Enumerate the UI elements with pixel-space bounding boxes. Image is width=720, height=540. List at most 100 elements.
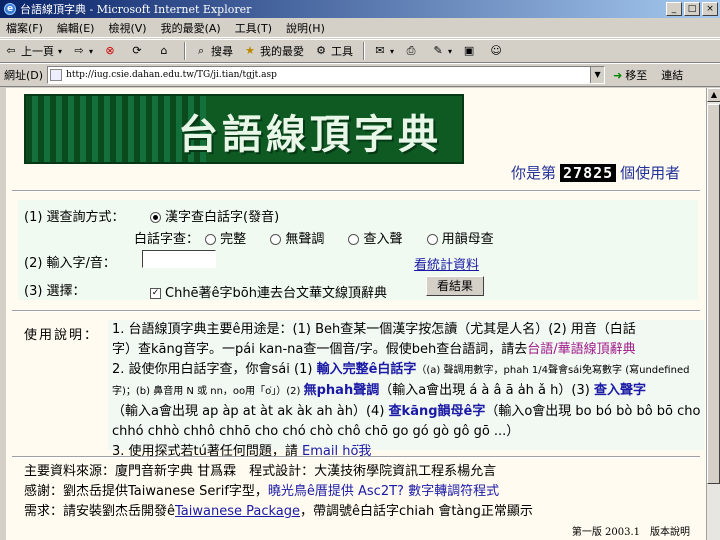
messenger-button[interactable]: ☺ (489, 44, 506, 58)
divider (12, 456, 700, 458)
go-arrow-icon: ➜ (613, 68, 623, 82)
print-icon: ⎙ (406, 44, 416, 57)
stats-link[interactable]: 看統計資料 (414, 258, 479, 273)
q1-label: (1) 選查詢方式： (24, 210, 125, 225)
taiwanese-package-link[interactable]: Taiwanese Package (175, 504, 300, 519)
vertical-scrollbar[interactable]: ▲ (706, 88, 720, 540)
radio-complete[interactable] (205, 234, 217, 245)
radio-entering-tone[interactable] (348, 234, 360, 245)
refresh-button[interactable]: ⟳ (130, 44, 147, 58)
q2-row: (2) 輸入字/音： (24, 252, 116, 271)
mode-rhyme-link[interactable]: 查kāng韻母ê字 (389, 404, 486, 419)
stop-button[interactable]: ⊗ (103, 44, 120, 58)
back-dropdown-icon[interactable]: ▾ (58, 47, 62, 56)
q1-sub-label: 白話字查： (134, 232, 200, 247)
home-button[interactable]: ⌂ (157, 44, 174, 58)
usage-line: （輸入a會出現 ap àp at àt ak àk ah àh）(4) 查kān… (112, 402, 704, 422)
usage-line: chhó chhò chhô chhō cho chó chò chô chō … (112, 424, 520, 439)
footer-text: ，帶調號ê白話字chiah 會tàng正常顯示 (300, 504, 533, 519)
window-title: 台語線頂字典 - Microsoft Internet Explorer (20, 3, 252, 16)
site-banner: 台語線頂字典 (24, 94, 464, 164)
links-button[interactable]: 連結 (661, 67, 683, 83)
discuss-button[interactable]: ▣ (462, 44, 479, 58)
favorites-label: 我的最愛 (260, 45, 305, 58)
dictionary-link[interactable]: 台語/華語線頂辭典 (527, 342, 635, 357)
counter-suffix: 個使用者 (620, 164, 681, 182)
scroll-thumb[interactable] (707, 104, 720, 484)
footer-requirements: 需求：請安裝劉杰岳開發êTaiwanese Package，帶調號ê白話字chi… (24, 502, 706, 522)
mail-dropdown-icon[interactable]: ▾ (390, 47, 394, 56)
forward-dropdown-icon[interactable]: ▾ (89, 47, 93, 56)
edition-note[interactable]: 第一版 2003.1 版本說明 (572, 523, 690, 538)
menu-tools[interactable]: 工具(T) (235, 20, 272, 36)
radio-no-tone-label: 無聲調 (285, 232, 325, 247)
q1-row: (1) 選查詢方式： (24, 206, 125, 225)
footer-credits: 主要資料來源：廈門音新字典 甘爲霖 程式設計：大漢技術學院資訊工程系楊允言 (24, 464, 497, 479)
asc2t-link[interactable]: 曉光鳥ê厝提供 Asc2T? 數字轉調符程式 (268, 484, 499, 499)
tools-label: 工具 (331, 45, 354, 58)
divider (12, 310, 700, 312)
go-button[interactable]: ➜ 移至 (613, 67, 647, 83)
address-input[interactable]: http://iug.csie.dahan.edu.tw/TG/ji.tian/… (47, 66, 606, 84)
favorites-button[interactable]: ★ 我的最愛 (243, 43, 304, 59)
stop-icon: ⊗ (105, 44, 115, 57)
radio-no-tone[interactable] (270, 234, 282, 245)
edit-button[interactable]: ✎ ▾ (431, 44, 452, 58)
q1-option-row[interactable]: 漢字查白話字(發音) (150, 206, 279, 225)
tools-button[interactable]: ⚙ 工具 (314, 43, 353, 59)
usage-line: 3. 使用探式若tú著任何問題，請 Email hō͘我 (112, 442, 704, 462)
search-button[interactable]: ⌕ 搜尋 (194, 43, 233, 59)
footer-text: 需求：請安裝劉杰岳開發ê (24, 504, 175, 519)
menu-view[interactable]: 檢視(V) (108, 20, 146, 36)
menu-help[interactable]: 說明(H) (286, 20, 325, 36)
usage-text: 2. 設使你用白話字查，你會sái (1) (112, 362, 317, 377)
address-url[interactable]: http://iug.csie.dahan.edu.tw/TG/ji.tian/… (66, 70, 590, 80)
search-label: 搜尋 (211, 45, 234, 58)
menu-edit[interactable]: 編輯(E) (57, 20, 95, 36)
menu-bar: 檔案(F) 編輯(E) 檢視(V) 我的最愛(A) 工具(T) 說明(H) (0, 18, 720, 38)
print-button[interactable]: ⎙ (404, 44, 421, 58)
divider (12, 190, 700, 192)
mode-complete-link[interactable]: 輸入完整ê白話字 (317, 362, 417, 377)
usage-line: 1. 台語線頂字典主要ê用途是：(1) Beh查某一個漢字按怎讀（尤其是人名）(… (112, 322, 636, 337)
q3-checkbox[interactable]: ✓ (150, 288, 161, 299)
q3-option-row[interactable]: ✓ Chhē著ê字bōh連去台文華文線頂辭典 (150, 282, 387, 301)
mode-entering-link[interactable]: 查入聲字 (594, 383, 646, 398)
usage-line: 2. 設使你用白話字查，你會sái (1) 輸入完整ê白話字（(a) 聲調用數字… (112, 360, 704, 381)
radio-rhyme[interactable] (426, 234, 438, 245)
usage-line: 字)；(b) 鼻音用 N 或 nn，oo用「o͘」）(2) 無phah聲調（輸入… (112, 381, 704, 402)
scroll-up-icon[interactable]: ▲ (707, 88, 720, 102)
q3-option-label: Chhē著ê字bōh連去台文華文線頂辭典 (165, 286, 387, 301)
usage-text: （輸入a會出現 á à â ā a̍h ǎ h）(3) (379, 383, 594, 398)
window-controls: _ □ × (666, 2, 718, 16)
q2-label: (2) 輸入字/音： (24, 256, 116, 271)
stats-link-row: 看統計資料 (414, 254, 479, 273)
usage-text: （(a) 聲調用數字，phah 1/4聲會sái免寫數字 (寫undefined (416, 365, 690, 376)
menu-file[interactable]: 檔案(F) (6, 20, 43, 36)
q1-radio-hanzi[interactable] (150, 212, 161, 223)
maximize-button[interactable]: □ (684, 2, 700, 16)
usage-text: （輸入o會出現 bo bó bò bô bō cho (485, 404, 701, 419)
visitor-counter: 你是第 27825 個使用者 (511, 162, 680, 183)
edit-icon: ✎ (433, 44, 443, 57)
query-input[interactable] (142, 250, 216, 268)
usage-text: 字)；(b) 鼻音用 N 或 nn，oo用「o͘」）(2) (112, 386, 304, 397)
q3-label: (3) 選擇： (24, 284, 86, 299)
close-button[interactable]: × (702, 2, 718, 16)
address-bar: 網址(D) http://iug.csie.dahan.edu.tw/TG/ji… (0, 63, 720, 87)
radio-rhyme-label: 用韻母查 (441, 232, 494, 247)
edit-dropdown-icon[interactable]: ▾ (448, 47, 452, 56)
menu-favorites[interactable]: 我的最愛(A) (161, 20, 221, 36)
radio-complete-label: 完整 (220, 232, 247, 247)
back-button[interactable]: ⇦ 上一頁 ▾ (4, 43, 62, 59)
mail-icon: ✉ (375, 44, 385, 57)
address-dropdown-icon[interactable]: ▼ (590, 67, 605, 83)
mail-button[interactable]: ✉ ▾ (373, 44, 394, 58)
tools-icon: ⚙ (316, 44, 326, 57)
footer-text: 感謝：劉杰岳提供Taiwanese Serif字型， (24, 484, 268, 499)
mode-no-tone-link[interactable]: 無phah聲調 (304, 383, 380, 398)
page-icon (50, 69, 63, 81)
forward-button[interactable]: ⇨ ▾ (72, 44, 93, 58)
submit-button[interactable]: 看結果 (426, 276, 484, 296)
minimize-button[interactable]: _ (666, 2, 682, 16)
